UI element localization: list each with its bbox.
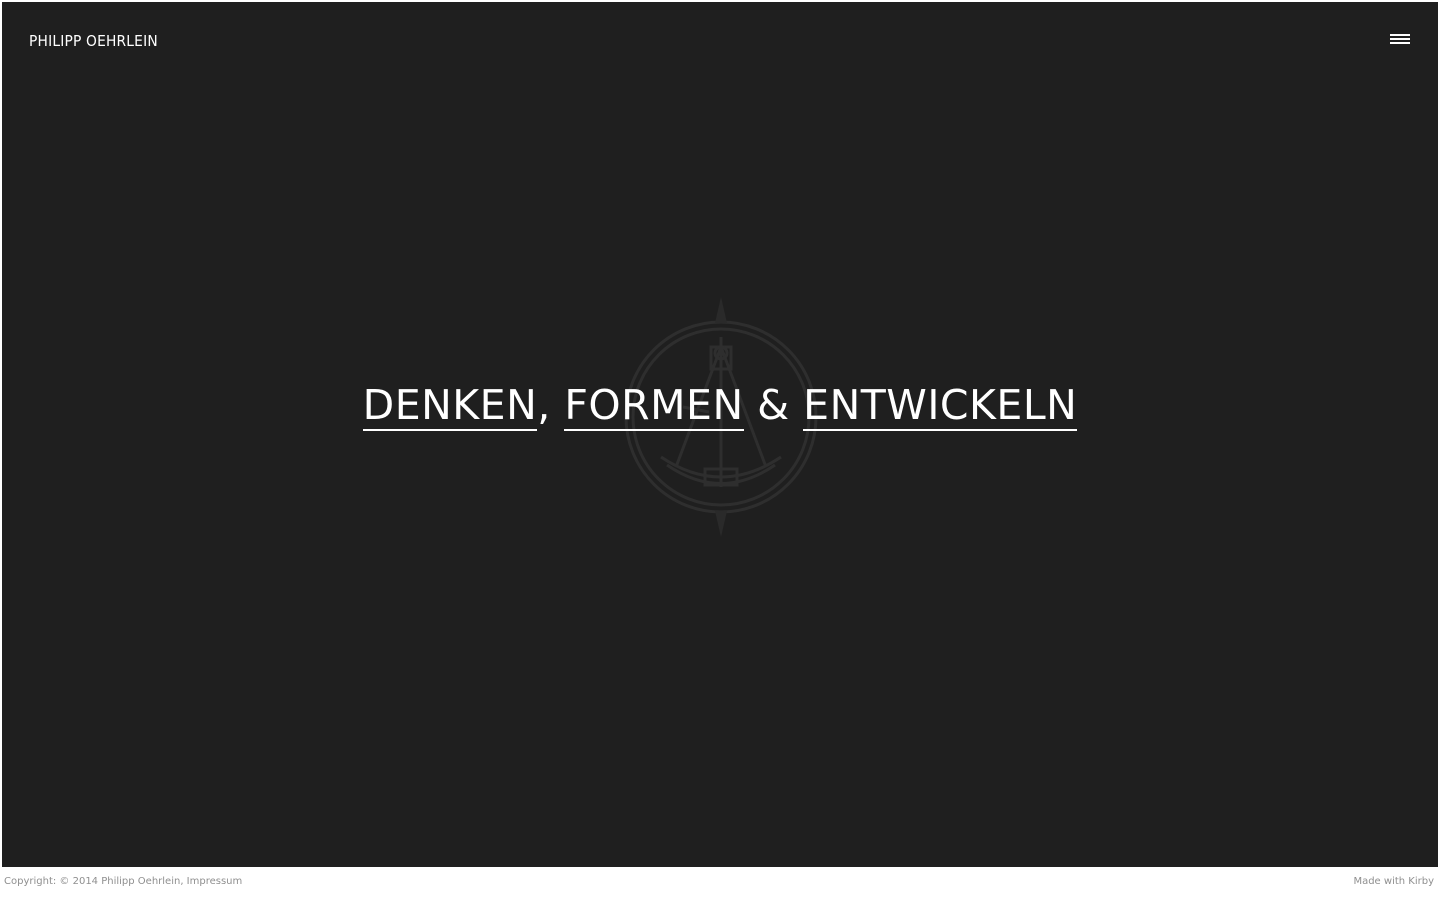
- hero-separator: &: [743, 381, 804, 429]
- hero-link-denken[interactable]: DENKEN: [362, 381, 538, 431]
- site-brand-link[interactable]: PHILIPP OEHRLEIN: [29, 32, 158, 50]
- impressum-link[interactable]: Impressum: [187, 876, 243, 887]
- hero-tagline: DENKEN, FORMEN & ENTWICKELN: [2, 380, 1438, 431]
- hero-separator: ,: [537, 381, 565, 429]
- made-with-kirby[interactable]: Made with Kirby: [1353, 876, 1434, 887]
- made-with-kirby-link[interactable]: Made with Kirby: [1353, 876, 1434, 887]
- copyright-text: Copyright: © 2014 Philipp Oehrlein,: [4, 876, 187, 887]
- hero-stage: PHILIPP OEHRLEIN DENKEN, FORMEN & ENTWIC…: [2, 2, 1438, 867]
- hero-link-formen[interactable]: FORMEN: [564, 381, 744, 431]
- footer-copyright: Copyright: © 2014 Philipp Oehrlein, Impr…: [4, 876, 242, 887]
- hamburger-menu-icon[interactable]: [1390, 34, 1412, 48]
- page-footer: Copyright: © 2014 Philipp Oehrlein, Impr…: [0, 867, 1440, 900]
- hero-link-entwickeln[interactable]: ENTWICKELN: [803, 381, 1078, 431]
